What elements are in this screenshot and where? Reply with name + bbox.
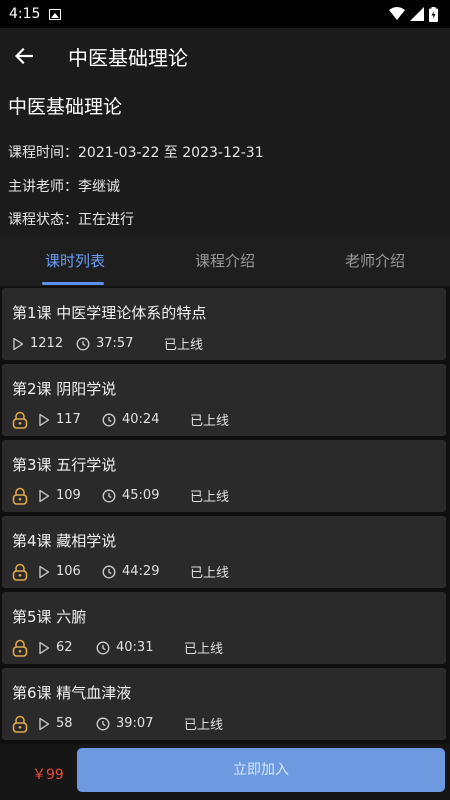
clock-icon bbox=[96, 717, 110, 730]
status-bar: 4:15 bbox=[0, 0, 450, 28]
duration: 37:57 bbox=[96, 336, 134, 351]
clock-icon bbox=[102, 565, 116, 578]
lesson-item[interactable]: 第2课 阴阳学说 117 40:24 已上线 bbox=[2, 364, 446, 436]
lesson-title: 第3课 五行学说 bbox=[12, 456, 117, 474]
play-icon bbox=[39, 717, 50, 730]
tab-indicator bbox=[42, 282, 104, 285]
lesson-meta: 106 44:29 已上线 bbox=[12, 562, 229, 581]
lesson-item[interactable]: 第1课 中医学理论体系的特点 1212 37:57 已上线 bbox=[2, 288, 446, 360]
play-count: 62 bbox=[56, 640, 73, 655]
duration: 39:07 bbox=[116, 716, 154, 731]
lesson-item[interactable]: 第5课 六腑 62 40:31 已上线 bbox=[2, 592, 446, 664]
course-price: ￥99 bbox=[32, 767, 64, 783]
tab-teacher-intro[interactable]: 老师介绍 bbox=[300, 236, 450, 286]
app-bar: 中医基础理论 bbox=[0, 28, 450, 84]
lesson-meta: 58 39:07 已上线 bbox=[12, 714, 223, 733]
lesson-item[interactable]: 第6课 精气血津液 58 39:07 已上线 bbox=[2, 668, 446, 740]
play-count: 109 bbox=[56, 488, 81, 503]
lesson-meta: 1212 37:57 已上线 bbox=[12, 334, 203, 353]
lesson-item[interactable]: 第4课 藏相学说 106 44:29 已上线 bbox=[2, 516, 446, 588]
lesson-list[interactable]: 第1课 中医学理论体系的特点 1212 37:57 已上线 第2课 阴阳学说 1… bbox=[0, 286, 450, 750]
tab-course-intro[interactable]: 课程介绍 bbox=[150, 236, 300, 286]
lock-icon bbox=[12, 411, 28, 429]
lock-icon bbox=[12, 563, 28, 581]
image-notification-icon bbox=[49, 8, 62, 20]
lesson-status: 已上线 bbox=[190, 566, 230, 581]
play-icon bbox=[39, 565, 50, 578]
lesson-meta: 62 40:31 已上线 bbox=[12, 638, 223, 657]
duration: 44:29 bbox=[122, 564, 160, 579]
clock-icon bbox=[76, 337, 90, 350]
signal-icon bbox=[410, 7, 424, 21]
battery-icon bbox=[429, 6, 438, 22]
lesson-status: 已上线 bbox=[190, 414, 230, 429]
play-icon bbox=[13, 337, 24, 350]
play-count: 1212 bbox=[30, 336, 64, 351]
lock-icon bbox=[12, 715, 28, 733]
join-button[interactable]: 立即加入 bbox=[77, 748, 445, 792]
tab-lesson-list[interactable]: 课时列表 bbox=[0, 236, 150, 286]
lesson-item[interactable]: 第3课 五行学说 109 45:09 已上线 bbox=[2, 440, 446, 512]
lesson-status: 已上线 bbox=[184, 642, 224, 657]
lock-icon bbox=[12, 487, 28, 505]
play-count: 106 bbox=[56, 564, 81, 579]
back-button[interactable] bbox=[0, 32, 48, 80]
lesson-title: 第1课 中医学理论体系的特点 bbox=[12, 304, 207, 322]
page-title: 中医基础理论 bbox=[68, 45, 188, 70]
course-status: 课程状态：正在进行 bbox=[8, 212, 134, 228]
lesson-title: 第4课 藏相学说 bbox=[12, 532, 117, 550]
play-icon bbox=[39, 641, 50, 654]
status-icons bbox=[389, 6, 438, 22]
lesson-title: 第6课 精气血津液 bbox=[12, 684, 132, 702]
duration: 40:31 bbox=[116, 640, 154, 655]
play-count: 117 bbox=[56, 412, 81, 427]
lesson-meta: 117 40:24 已上线 bbox=[12, 410, 229, 429]
play-icon bbox=[39, 413, 50, 426]
course-teacher: 主讲老师：李继诚 bbox=[8, 179, 120, 195]
play-count: 58 bbox=[56, 716, 73, 731]
duration: 40:24 bbox=[122, 412, 160, 427]
clock-icon bbox=[96, 641, 110, 654]
lesson-status: 已上线 bbox=[164, 338, 204, 353]
course-time: 课程时间：2021-03-22 至 2023-12-31 bbox=[8, 145, 264, 161]
lesson-title: 第5课 六腑 bbox=[12, 608, 87, 626]
play-icon bbox=[39, 489, 50, 502]
course-header: 中医基础理论 课程时间：2021-03-22 至 2023-12-31 主讲老师… bbox=[0, 84, 450, 236]
status-time: 4:15 bbox=[9, 6, 41, 22]
course-name: 中医基础理论 bbox=[8, 96, 123, 118]
wifi-icon bbox=[389, 7, 405, 20]
lesson-status: 已上线 bbox=[184, 718, 224, 733]
lesson-meta: 109 45:09 已上线 bbox=[12, 486, 229, 505]
lock-icon bbox=[12, 639, 28, 657]
duration: 45:09 bbox=[122, 488, 160, 503]
arrow-left-icon bbox=[15, 48, 33, 64]
clock-icon bbox=[102, 413, 116, 426]
clock-icon bbox=[102, 489, 116, 502]
lesson-title: 第2课 阴阳学说 bbox=[12, 380, 117, 398]
lesson-status: 已上线 bbox=[190, 490, 230, 505]
tab-bar: 课时列表 课程介绍 老师介绍 bbox=[0, 236, 450, 286]
bottom-bar: ￥99 立即加入 bbox=[0, 744, 450, 800]
